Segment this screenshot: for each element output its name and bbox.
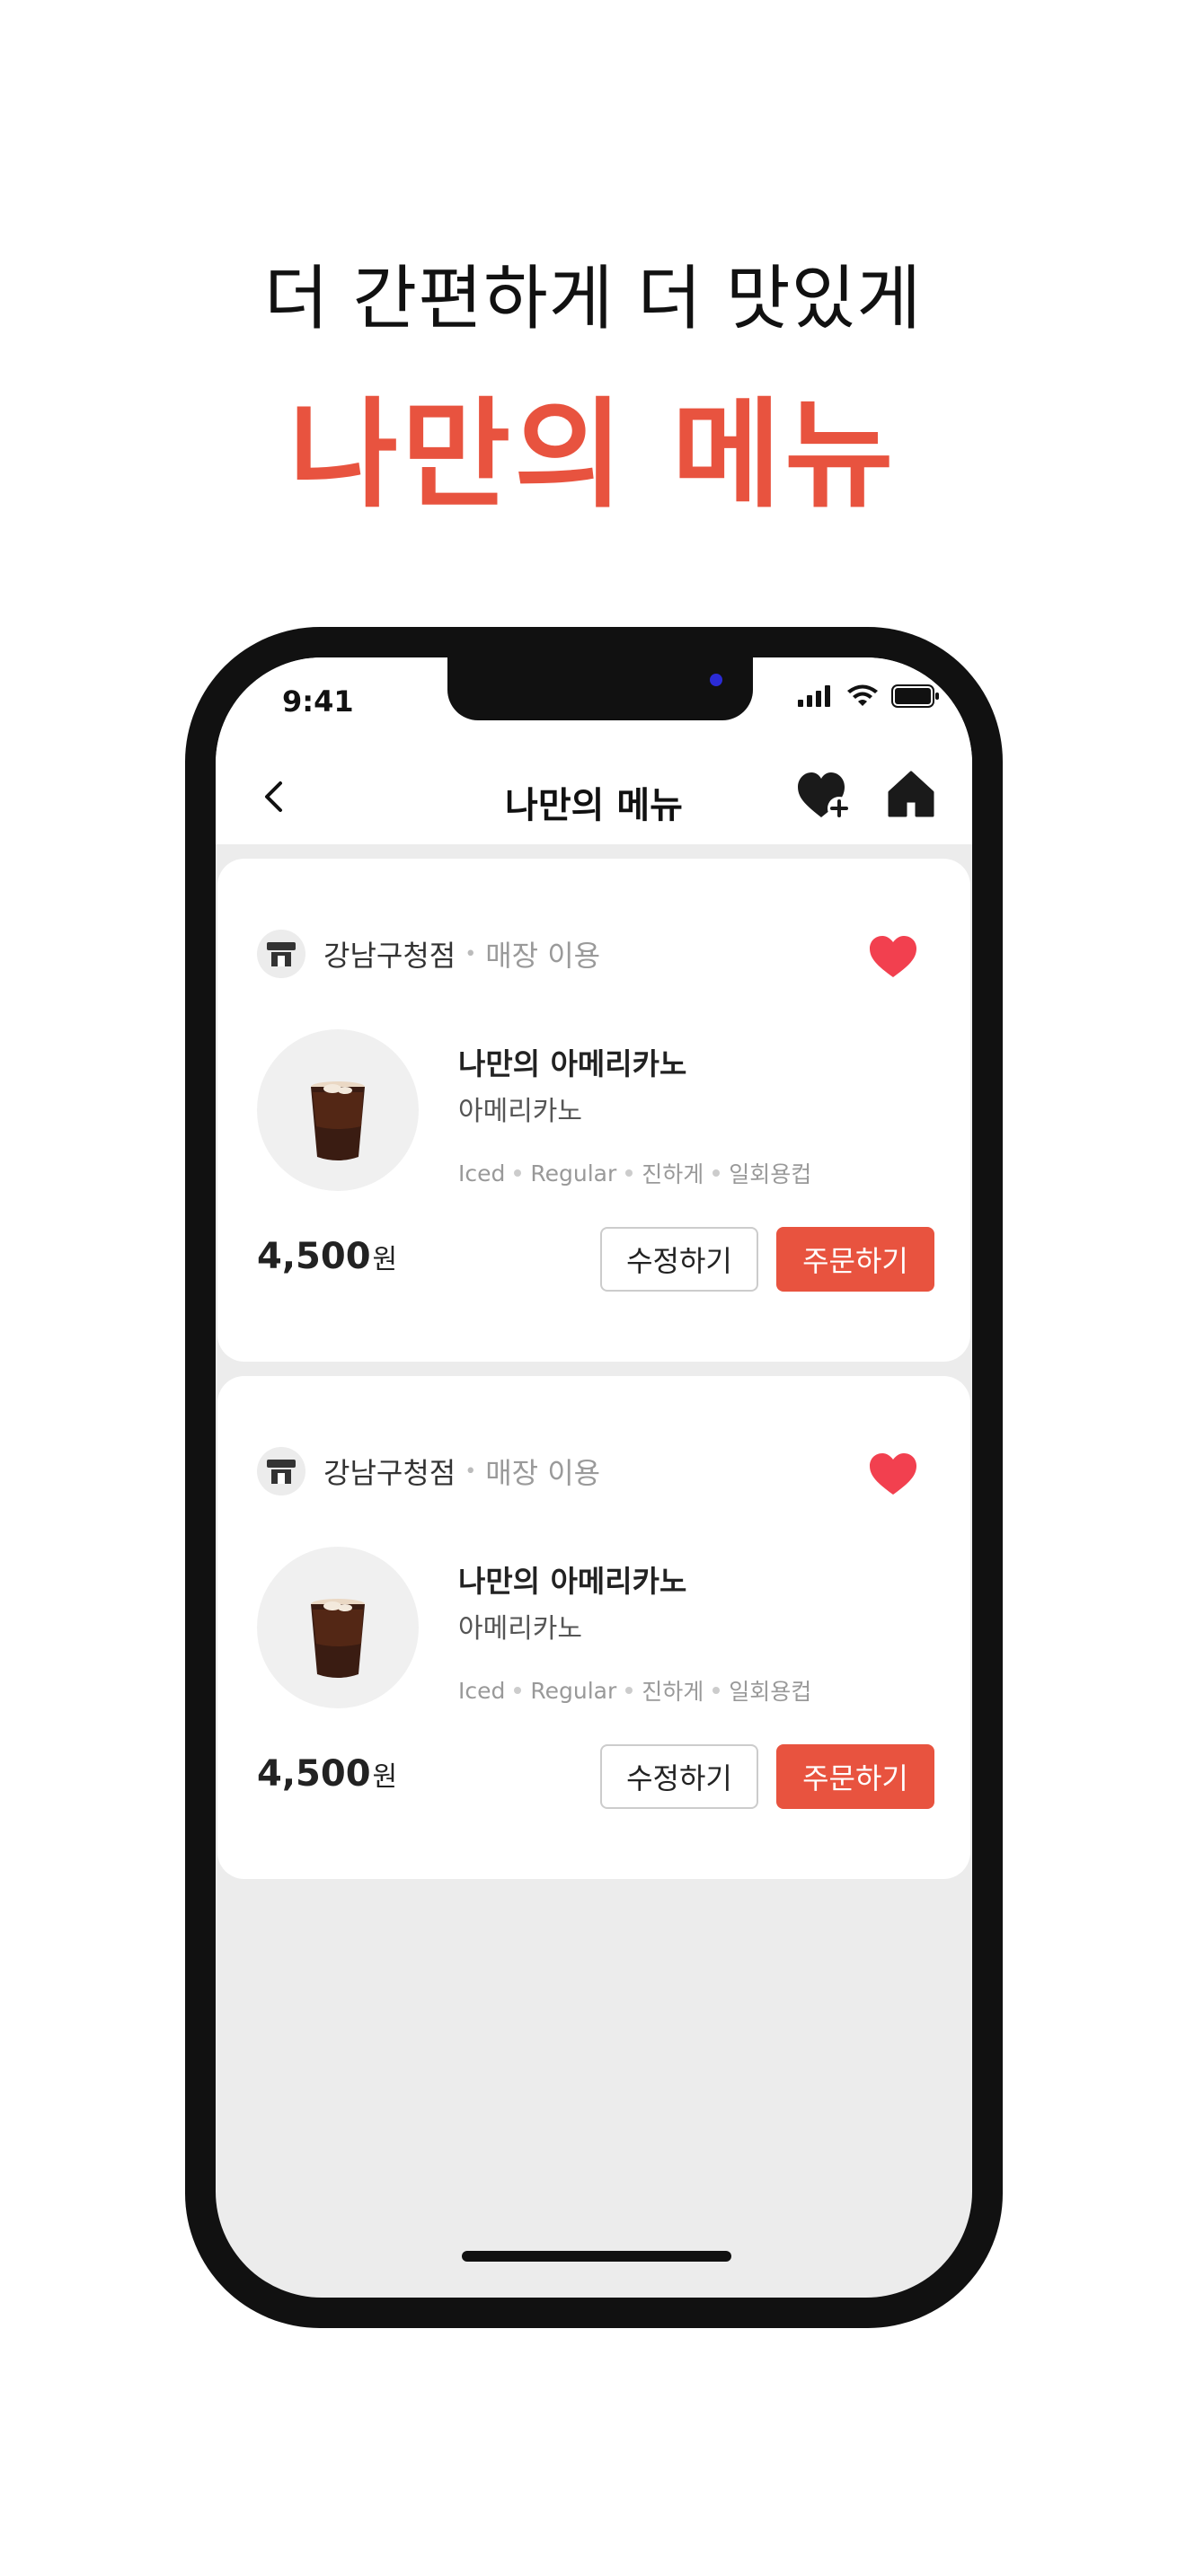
separator-dot — [514, 1687, 522, 1694]
phone-screen: 9:41 나만의 메뉴 강남구청점 • 매장 이용 나만의 아메리카노 아메리카… — [216, 657, 972, 2298]
separator-dot — [625, 1687, 633, 1694]
store-icon — [257, 1447, 305, 1495]
option-size: Regular — [530, 1160, 617, 1187]
separator-dot: • — [465, 1460, 477, 1483]
store-name: 강남구청점 — [323, 1456, 456, 1490]
my-menu-card[interactable]: 강남구청점 • 매장 이용 나만의 아메리카노 아메리카노 Iced Regul… — [217, 859, 970, 1362]
phone-frame: 9:41 나만의 메뉴 강남구청점 • 매장 이용 나만의 아메리카노 아메리카… — [185, 627, 1003, 2328]
price-value: 4,500 — [257, 1753, 371, 1795]
price-unit: 원 — [372, 1244, 398, 1275]
notch — [447, 657, 753, 720]
option-temperature: Iced — [458, 1160, 506, 1187]
my-menu-card[interactable]: 강남구청점 • 매장 이용 나만의 아메리카노 아메리카노 Iced Regul… — [217, 1376, 970, 1879]
price: 4,500원 — [257, 1753, 397, 1795]
option-strength: 진하게 — [642, 1679, 704, 1705]
item-options: Iced Regular 진하게 일회용컵 — [458, 1157, 811, 1189]
separator-dot — [712, 1687, 721, 1694]
battery-icon — [891, 684, 939, 708]
store-name: 강남구청점 — [323, 939, 456, 973]
heart-plus-icon[interactable] — [796, 771, 854, 825]
nav-bar: 나만의 메뉴 — [216, 756, 972, 837]
option-temperature: Iced — [458, 1677, 506, 1704]
store-info: 강남구청점 • 매장 이용 — [257, 1446, 600, 1496]
page-title: 나만의 메뉴 — [505, 785, 683, 826]
store-mode: 매장 이용 — [485, 939, 601, 973]
item-name: 나만의 아메리카노 — [458, 1046, 687, 1081]
item-options: Iced Regular 진하게 일회용컵 — [458, 1674, 811, 1707]
store-info: 강남구청점 • 매장 이용 — [257, 929, 600, 979]
option-size: Regular — [530, 1677, 617, 1704]
price: 4,500원 — [257, 1236, 397, 1277]
option-cup: 일회용컵 — [729, 1679, 812, 1705]
separator-dot — [712, 1169, 721, 1177]
item-base-menu: 아메리카노 — [458, 1096, 582, 1127]
drink-thumbnail — [257, 1547, 419, 1708]
wifi-icon — [847, 684, 878, 706]
store-mode: 매장 이용 — [485, 1456, 601, 1490]
order-button[interactable]: 주문하기 — [776, 1744, 934, 1809]
camera-dot — [710, 674, 722, 686]
separator-dot — [514, 1169, 522, 1177]
option-cup: 일회용컵 — [729, 1161, 812, 1187]
separator-dot — [625, 1169, 633, 1177]
order-button[interactable]: 주문하기 — [776, 1227, 934, 1292]
separator-dot: • — [465, 942, 477, 966]
status-time: 9:41 — [282, 684, 354, 719]
option-strength: 진하게 — [642, 1161, 704, 1187]
heart-icon[interactable] — [868, 934, 918, 979]
home-icon[interactable] — [886, 769, 936, 819]
item-name: 나만의 아메리카노 — [458, 1564, 687, 1599]
home-indicator[interactable] — [462, 2251, 731, 2262]
heart-icon[interactable] — [868, 1451, 918, 1496]
status-icons — [798, 684, 940, 708]
edit-button[interactable]: 수정하기 — [600, 1227, 758, 1292]
price-value: 4,500 — [257, 1236, 371, 1277]
headline-title: 나만의 메뉴 — [288, 386, 898, 525]
price-unit: 원 — [372, 1761, 398, 1793]
edit-button[interactable]: 수정하기 — [600, 1744, 758, 1809]
signal-icon — [798, 685, 830, 707]
headline-subtitle: 더 간편하게 더 맛있게 — [263, 259, 923, 340]
item-base-menu: 아메리카노 — [458, 1613, 582, 1645]
store-icon — [257, 930, 305, 978]
drink-thumbnail — [257, 1029, 419, 1191]
